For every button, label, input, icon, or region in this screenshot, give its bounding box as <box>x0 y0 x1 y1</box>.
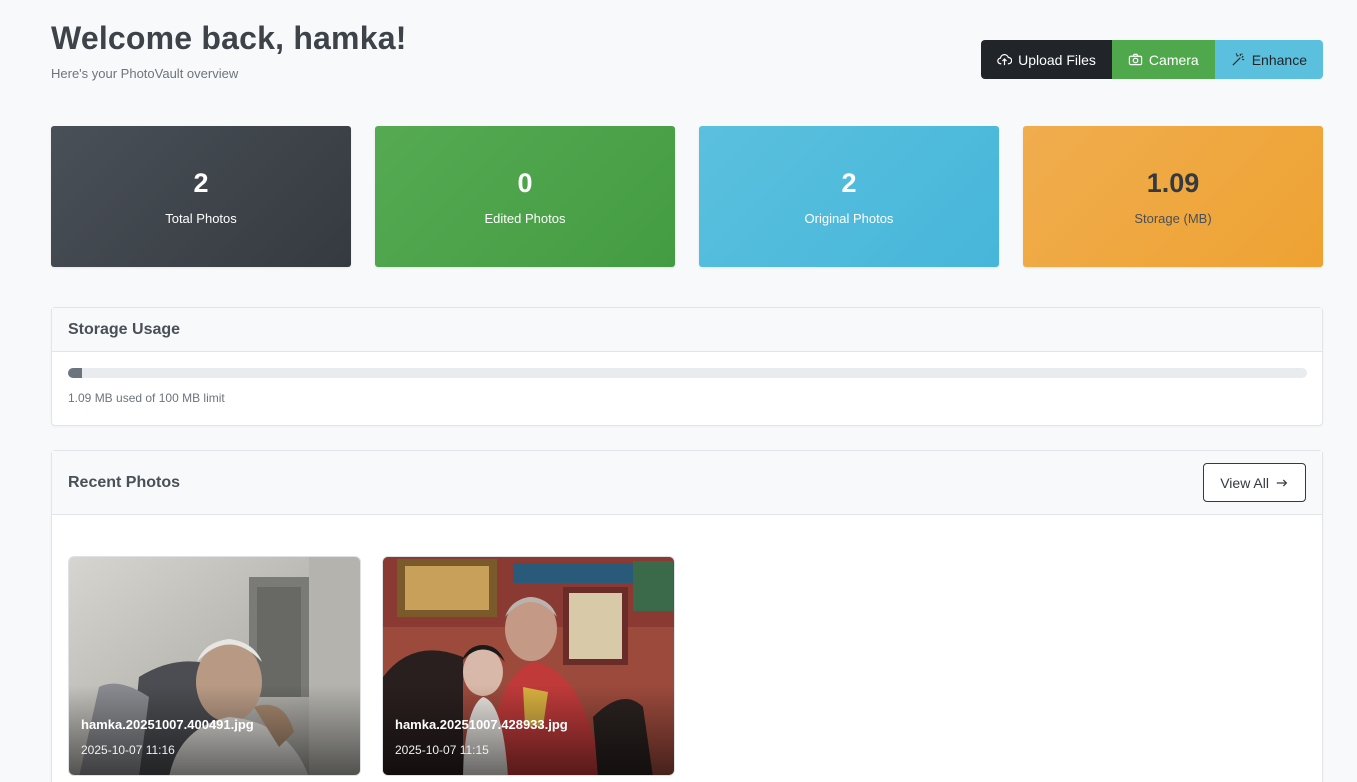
stat-value: 2 <box>193 168 209 198</box>
stat-label: Original Photos <box>804 211 894 226</box>
view-all-button[interactable]: View All <box>1203 463 1306 502</box>
photo-filename: hamka.20251007.428933.jpg <box>395 717 568 732</box>
camera-button[interactable]: Camera <box>1111 40 1215 79</box>
photo-filename: hamka.20251007.400491.jpg <box>81 717 254 732</box>
stat-value: 1.09 <box>1146 168 1200 198</box>
cloud-upload-icon <box>997 54 1013 66</box>
enhance-button[interactable]: Enhance <box>1214 40 1323 79</box>
storage-progress <box>68 368 1307 378</box>
storage-usage-header: Storage Usage <box>52 308 1322 352</box>
stat-original-photos: 2 Original Photos <box>699 126 999 267</box>
stat-label: Total Photos <box>165 211 237 226</box>
photo-card[interactable]: hamka.20251007.400491.jpg 2025-10-07 11:… <box>68 556 361 776</box>
view-all-label: View All <box>1220 474 1269 491</box>
storage-usage-title: Storage Usage <box>68 320 181 338</box>
stat-label: Storage (MB) <box>1134 211 1212 226</box>
photo-card[interactable]: hamka.20251007.428933.jpg 2025-10-07 11:… <box>382 556 675 776</box>
stat-label: Edited Photos <box>484 211 566 226</box>
photo-date: 2025-10-07 11:16 <box>81 743 175 757</box>
upload-files-button[interactable]: Upload Files <box>981 40 1112 79</box>
storage-progress-fill <box>68 368 82 378</box>
stat-edited-photos: 0 Edited Photos <box>375 126 675 267</box>
stat-value: 0 <box>517 168 533 198</box>
storage-usage-text: 1.09 MB used of 100 MB limit <box>68 391 225 405</box>
storage-usage-card: Storage Usage 1.09 MB used of 100 MB lim… <box>51 307 1323 426</box>
stat-storage: 1.09 Storage (MB) <box>1023 126 1323 267</box>
stat-value: 2 <box>841 168 857 198</box>
action-buttons: Upload Files Camera Enhance <box>981 40 1323 79</box>
enhance-label: Enhance <box>1251 51 1307 68</box>
camera-icon <box>1128 53 1143 66</box>
dashboard: Welcome back, hamka! Here's your PhotoVa… <box>51 0 1323 782</box>
upload-files-label: Upload Files <box>1018 51 1096 68</box>
page-header: Welcome back, hamka! Here's your PhotoVa… <box>51 18 1323 88</box>
photo-date: 2025-10-07 11:15 <box>395 743 489 757</box>
camera-label: Camera <box>1148 51 1199 68</box>
recent-photos-title: Recent Photos <box>68 473 181 491</box>
stats-row: 2 Total Photos 0 Edited Photos 2 Origina… <box>51 126 1323 267</box>
arrow-right-icon <box>1276 479 1288 486</box>
magic-wand-icon <box>1232 53 1244 66</box>
recent-photos-card: Recent Photos View All hamka.20251007.40… <box>51 450 1323 782</box>
stat-total-photos: 2 Total Photos <box>51 126 351 267</box>
recent-photos-header: Recent Photos View All <box>52 451 1322 515</box>
